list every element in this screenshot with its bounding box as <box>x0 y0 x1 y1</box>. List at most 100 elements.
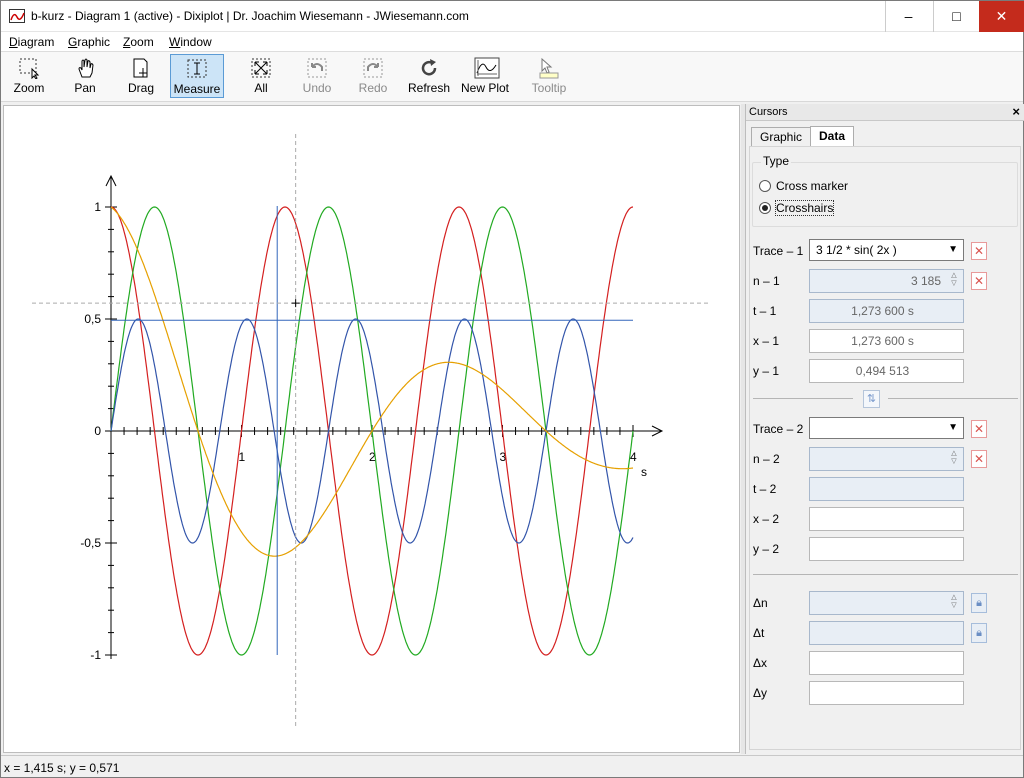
n1-clear-button[interactable]: ✕ <box>971 272 987 290</box>
close-button[interactable]: ✕ <box>979 1 1024 32</box>
zoom-tool-button[interactable]: Zoom <box>2 54 56 98</box>
t2-label: t – 2 <box>753 482 777 496</box>
type-groupbox: Type Cross marker Crosshairs <box>752 154 1018 227</box>
n2-field[interactable]: △ ▽ <box>809 447 964 471</box>
t1-field: 1,273 600 s <box>809 299 964 323</box>
y2-field[interactable] <box>809 537 964 561</box>
trace2-label: Trace – 2 <box>753 422 804 436</box>
trace1-select[interactable]: 3 1/2 * sin( 2x ) ▼ <box>809 239 964 261</box>
trace1-select-value: 3 1/2 * sin( 2x ) <box>816 243 897 257</box>
x-tick-label: 4 <box>630 450 637 464</box>
panel-close-icon[interactable]: × <box>1012 104 1020 119</box>
window-title: b-kurz - Diagram 1 (active) - Dixiplot |… <box>31 9 469 23</box>
n2-label: n – 2 <box>753 452 780 466</box>
x2-label: x – 2 <box>753 512 780 526</box>
drag-tool-button[interactable]: Drag <box>114 54 168 98</box>
menu-diagram[interactable]: Diagram <box>9 35 54 49</box>
delta-t-field <box>809 621 964 645</box>
x1-label: x – 1 <box>753 334 780 348</box>
redo-icon <box>362 57 384 79</box>
status-coordinates: x = 1,415 s; y = 0,571 <box>4 761 120 775</box>
menu-zoom[interactable]: Zoom <box>123 35 154 49</box>
trace1-clear-button[interactable]: ✕ <box>971 242 987 260</box>
delta-t-lock-button[interactable]: 🔒︎ <box>971 623 987 643</box>
new-plot-icon <box>474 57 500 79</box>
drag-icon <box>130 57 152 79</box>
delta-n-field[interactable]: △ ▽ <box>809 591 964 615</box>
measure-tool-button[interactable]: Measure <box>170 54 224 98</box>
y-tick-label: 1 <box>94 200 101 214</box>
type-group-title: Type <box>761 154 792 168</box>
app-window: b-kurz - Diagram 1 (active) - Dixiplot |… <box>0 0 1024 778</box>
maximize-button[interactable]: □ <box>933 1 979 32</box>
menu-window[interactable]: Window <box>169 35 212 49</box>
trace2-select[interactable]: ▼ <box>809 417 964 439</box>
all-tool-button[interactable]: All <box>234 54 288 98</box>
spin-arrows-icon[interactable]: △ ▽ <box>949 272 959 288</box>
separator <box>753 398 853 399</box>
title-bar[interactable]: b-kurz - Diagram 1 (active) - Dixiplot |… <box>1 1 1024 32</box>
delta-y-label: Δy <box>753 686 768 700</box>
chevron-down-icon: ▼ <box>948 422 958 433</box>
n2-clear-button[interactable]: ✕ <box>971 450 987 468</box>
tab-graphic[interactable]: Graphic <box>751 127 812 147</box>
chevron-down-icon: ▼ <box>948 244 958 255</box>
n1-value: 3 185 <box>910 274 941 288</box>
delta-n-lock-button[interactable]: 🔒︎ <box>971 593 987 613</box>
cross-marker-label[interactable]: Cross marker <box>776 179 848 193</box>
trace1-label: Trace – 1 <box>753 244 804 258</box>
new-plot-tool-button[interactable]: New Plot <box>458 54 512 98</box>
t1-label: t – 1 <box>753 304 777 318</box>
y-tick-label: 0 <box>94 424 101 438</box>
delta-y-field[interactable] <box>809 681 964 705</box>
cross-marker-radio[interactable] <box>759 180 771 192</box>
undo-icon <box>306 57 328 79</box>
y1-field[interactable]: 0,494 513 <box>809 359 964 383</box>
y1-label: y – 1 <box>753 364 780 378</box>
measure-icon <box>186 58 208 80</box>
delta-t-label: Δt <box>753 626 765 640</box>
x-axis-unit: s <box>641 465 647 479</box>
separator <box>753 574 1018 575</box>
menu-graphic[interactable]: Graphic <box>68 35 110 49</box>
tooltip-tool-button[interactable]: Tooltip <box>522 54 576 98</box>
hand-icon <box>74 57 96 79</box>
trace2-clear-button[interactable]: ✕ <box>971 420 987 438</box>
undo-tool-button[interactable]: Undo <box>290 54 344 98</box>
line-chart[interactable]: 1 2 3 4s10,50-0,5-1 <box>4 106 739 752</box>
y-tick-label: -1 <box>90 648 101 662</box>
x2-field[interactable] <box>809 507 964 531</box>
separator <box>888 398 1018 399</box>
dixiplot-app-icon <box>9 9 25 23</box>
refresh-tool-button[interactable]: Refresh <box>402 54 456 98</box>
panel-header: Cursors × <box>746 104 1024 121</box>
fit-all-icon <box>250 57 272 79</box>
data-tab-content: Type Cross marker Crosshairs Trace – 1 3… <box>749 146 1021 750</box>
crosshairs-label[interactable]: Crosshairs <box>774 200 835 216</box>
n1-field[interactable]: 3 185 △ ▽ <box>809 269 964 293</box>
crosshairs-radio[interactable] <box>759 202 771 214</box>
tab-data[interactable]: Data <box>810 126 855 147</box>
spin-arrows-icon[interactable]: △ ▽ <box>949 594 959 610</box>
pan-tool-button[interactable]: Pan <box>58 54 112 98</box>
n1-label: n – 1 <box>753 274 780 288</box>
status-bar: x = 1,415 s; y = 0,571 <box>1 755 1023 777</box>
y-tick-label: -0,5 <box>80 536 101 550</box>
refresh-icon <box>418 57 440 79</box>
tooltip-icon <box>538 57 560 79</box>
cursors-panel: Cursors × Graphic Data Type Cross marker… <box>745 104 1024 754</box>
delta-n-label: Δn <box>753 596 768 610</box>
x1-field[interactable]: 1,273 600 s <box>809 329 964 353</box>
zoom-select-icon <box>18 57 40 80</box>
delta-x-field[interactable] <box>809 651 964 675</box>
plot-canvas[interactable]: 1 2 3 4 s 1 0,5 0 -0,5 -1 <box>3 105 740 753</box>
minimize-button[interactable]: – <box>885 1 931 32</box>
swap-traces-button[interactable]: ⇅ <box>863 390 880 408</box>
redo-tool-button[interactable]: Redo <box>346 54 400 98</box>
spin-arrows-icon[interactable]: △ ▽ <box>949 450 959 466</box>
delta-x-label: Δx <box>753 656 768 670</box>
mouse-cross-icon <box>291 299 300 308</box>
y2-label: y – 2 <box>753 542 780 556</box>
panel-title: Cursors <box>749 106 788 118</box>
x-tick-label: 1 <box>239 450 246 464</box>
